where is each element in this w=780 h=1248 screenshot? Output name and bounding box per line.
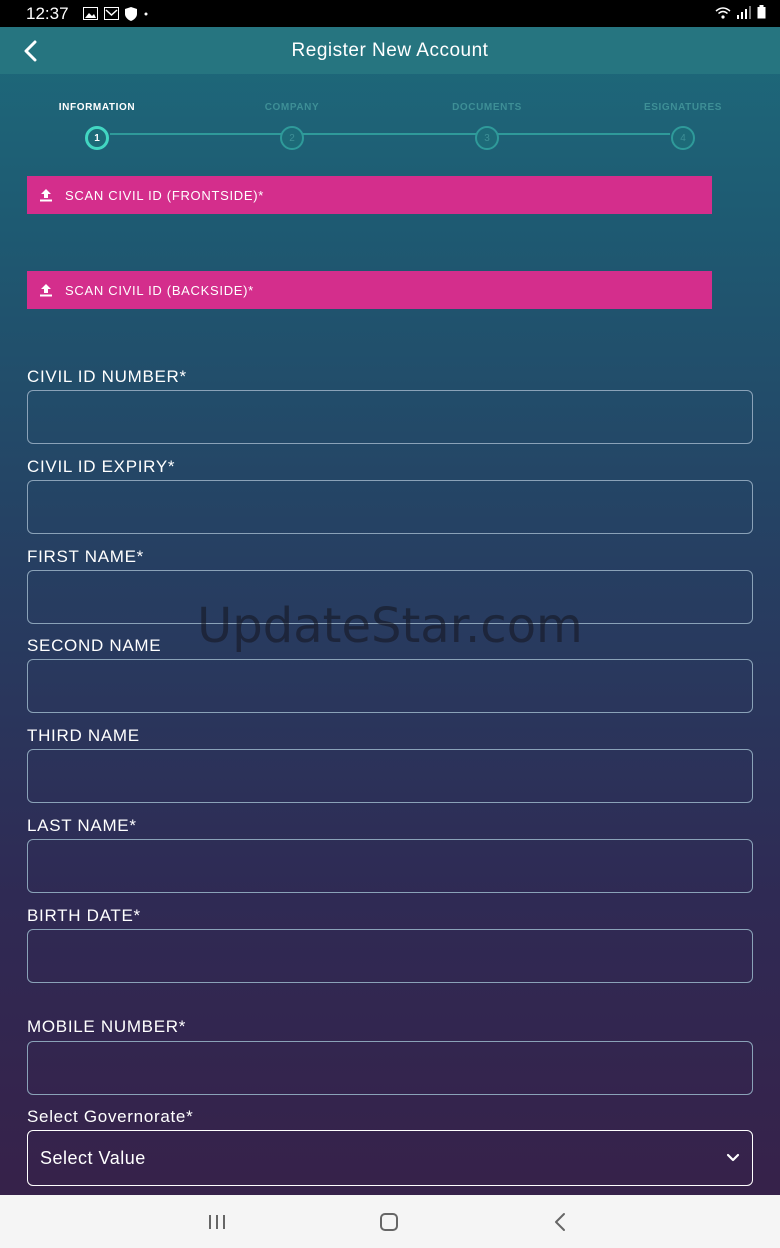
upload-icon [39,283,53,297]
battery-icon [757,4,766,24]
recents-icon[interactable] [204,1209,230,1235]
last-name-field[interactable] [27,839,753,893]
upload-label: SCAN CIVIL ID (FRONTSIDE)* [65,187,265,203]
civil-id-expiry-field[interactable] [27,480,753,534]
stepper-line [110,133,670,135]
civil-id-expiry-label: CIVIL ID EXPIRY* [27,457,176,476]
third-name-field[interactable] [27,749,753,803]
birth-date-label: BIRTH DATE* [27,906,141,925]
last-name-label: LAST NAME* [27,816,137,835]
registration-stepper: INFORMATION 1 COMPANY 2 DOCUMENTS 3 ESIG… [0,74,780,164]
step-label: COMPANY [264,102,320,113]
first-name-label: FIRST NAME* [27,547,144,566]
civil-id-number-field[interactable] [27,390,753,444]
step-esignatures[interactable]: ESIGNATURES 4 [613,102,753,150]
dot-icon [143,11,149,17]
step-label: INFORMATION [58,102,136,113]
step-information[interactable]: INFORMATION 1 [27,102,167,150]
signal-icon [737,4,751,24]
chevron-left-icon[interactable] [16,37,44,65]
page-title: Register New Account [291,39,489,61]
step-number: 2 [280,126,304,150]
status-time: 12:37 [26,3,69,23]
step-number: 3 [475,126,499,150]
mobile-number-label: MOBILE NUMBER* [27,1017,187,1036]
second-name-field[interactable] [27,659,753,713]
back-icon[interactable] [547,1209,573,1235]
upload-label: SCAN CIVIL ID (BACKSIDE)* [65,282,254,298]
step-label: DOCUMENTS [452,102,522,113]
system-nav-bar [0,1195,780,1248]
app-bar: Register New Account [0,27,780,74]
wifi-icon [715,4,731,24]
second-name-label: SECOND NAME [27,636,162,655]
step-number: 4 [671,126,695,150]
governorate-select[interactable]: Select Value [27,1130,753,1186]
mobile-number-field[interactable] [27,1041,753,1095]
home-icon[interactable] [376,1209,402,1235]
step-number: 1 [85,126,109,150]
upload-icon [39,188,53,202]
scan-civil-id-front-button[interactable]: SCAN CIVIL ID (FRONTSIDE)* [27,176,712,214]
governorate-selected-value: Select Value [40,1147,146,1168]
step-label: ESIGNATURES [643,102,723,113]
step-documents[interactable]: DOCUMENTS 3 [417,102,557,150]
mail-icon [103,7,119,20]
first-name-field[interactable] [27,570,753,624]
status-bar: 12:37 [0,0,780,27]
scan-civil-id-back-button[interactable]: SCAN CIVIL ID (BACKSIDE)* [27,271,712,309]
shield-icon [124,6,137,21]
chevron-down-icon [726,1153,740,1163]
third-name-label: THIRD NAME [27,726,140,745]
birth-date-field[interactable] [27,929,753,983]
governorate-label: Select Governorate* [27,1107,194,1126]
step-company[interactable]: COMPANY 2 [222,102,362,150]
gallery-icon [82,7,98,20]
civil-id-number-label: CIVIL ID NUMBER* [27,367,187,386]
